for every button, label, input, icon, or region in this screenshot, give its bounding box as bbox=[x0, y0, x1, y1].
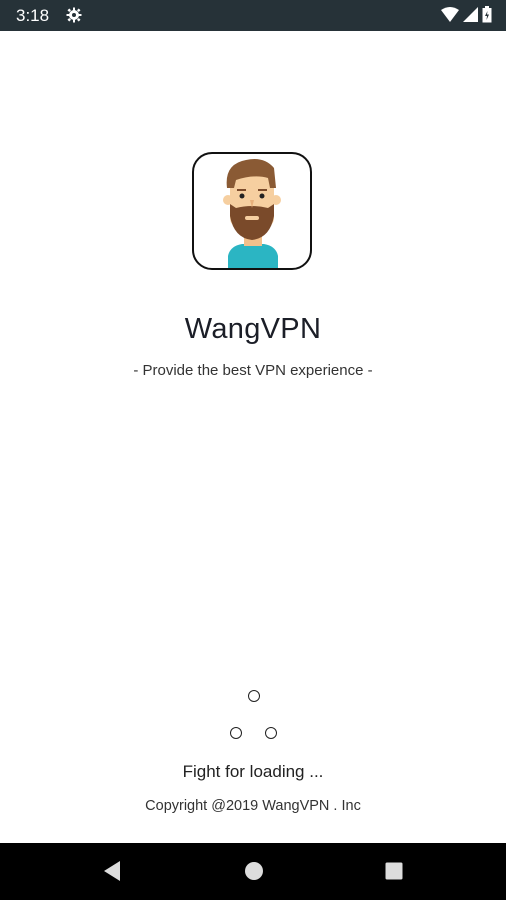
battery-icon bbox=[482, 6, 492, 28]
cell-signal-icon bbox=[463, 7, 478, 27]
status-bar: 3:18 bbox=[0, 0, 506, 31]
loading-text: Fight for loading ... bbox=[182, 762, 324, 781]
settings-icon bbox=[66, 7, 82, 28]
loading-dot bbox=[265, 727, 277, 739]
back-icon[interactable] bbox=[102, 860, 122, 887]
recent-apps-icon[interactable] bbox=[384, 860, 404, 887]
status-icons bbox=[441, 6, 492, 28]
home-icon[interactable] bbox=[244, 860, 264, 887]
app-title: WangVPN bbox=[184, 313, 322, 345]
status-time: 3:18 bbox=[16, 6, 50, 25]
wifi-icon bbox=[441, 7, 459, 27]
app-logo bbox=[192, 152, 312, 270]
navigation-bar bbox=[0, 843, 506, 900]
loading-dot bbox=[248, 690, 260, 702]
app-tagline: - Provide the best VPN experience - bbox=[133, 362, 373, 379]
loading-dot bbox=[230, 727, 242, 739]
bearded-man-avatar-icon bbox=[223, 159, 281, 268]
copyright-text: Copyright @2019 WangVPN . Inc bbox=[145, 798, 361, 814]
